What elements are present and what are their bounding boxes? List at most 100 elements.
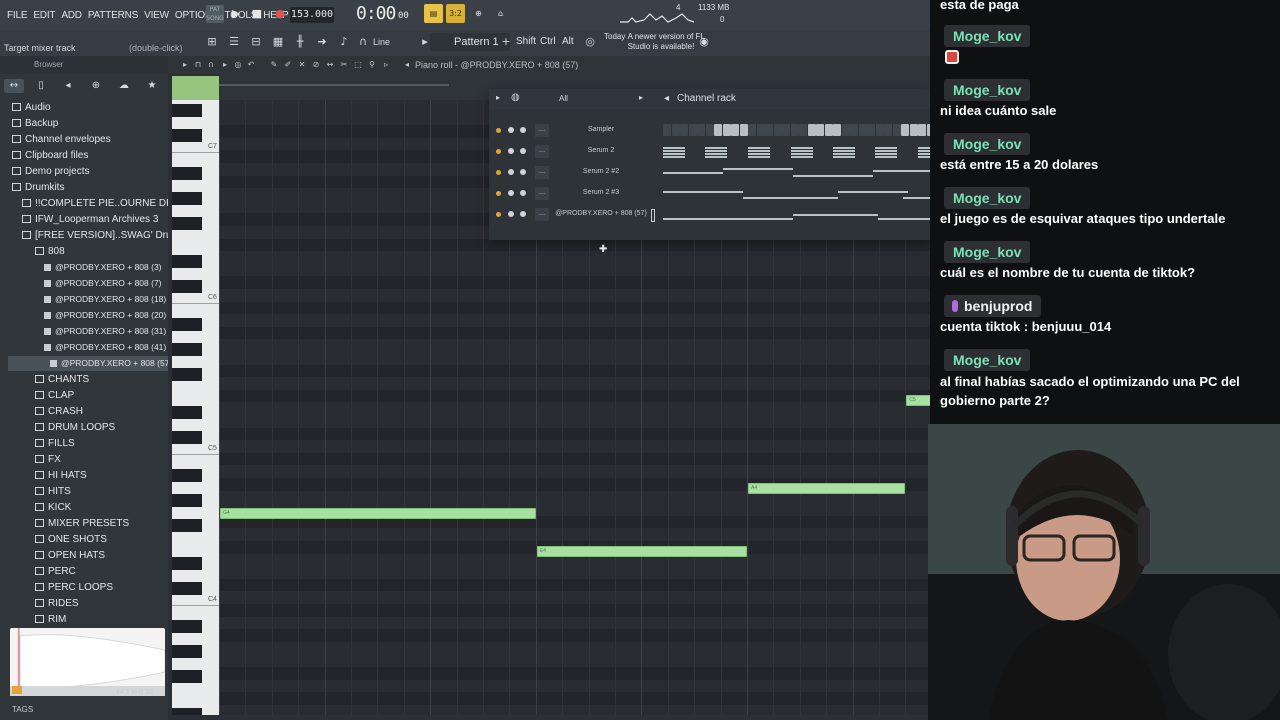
- mini-piano-roll[interactable]: [663, 145, 930, 159]
- folder-item[interactable]: KICK: [0, 500, 168, 515]
- folder-item[interactable]: PERC LOOPS: [0, 580, 168, 595]
- channel-name-button[interactable]: Serum 2 #2: [555, 168, 647, 175]
- snap-mode[interactable]: Line: [373, 37, 390, 47]
- current-project-icon[interactable]: ▯: [31, 79, 51, 93]
- step-button[interactable]: [663, 124, 671, 136]
- folder-item[interactable]: IFW_Looperman Archives 3: [0, 212, 168, 227]
- mute-tool-icon[interactable]: ⊘: [311, 60, 321, 70]
- folder-item[interactable]: OPEN HATS: [0, 548, 168, 563]
- alt-key[interactable]: Alt: [562, 36, 574, 47]
- slip-tool-icon[interactable]: ↔: [325, 60, 335, 70]
- folder-item[interactable]: CRASH: [0, 404, 168, 419]
- arrow-menu-icon[interactable]: ▸: [180, 60, 190, 70]
- black-key[interactable]: [172, 557, 202, 570]
- folder-item[interactable]: ONE SHOTS: [0, 532, 168, 547]
- step-button[interactable]: [697, 124, 705, 136]
- rack-filter[interactable]: All: [559, 94, 568, 103]
- note-c5[interactable]: C5: [906, 395, 930, 406]
- piano-keyboard[interactable]: C7 C6 C5 C4: [172, 100, 219, 715]
- sample-file-item[interactable]: @PRODBY.XERO + 808 (3): [0, 260, 168, 275]
- step-button[interactable]: [884, 124, 892, 136]
- folder-item[interactable]: DRUM LOOPS: [0, 420, 168, 435]
- folder-item[interactable]: 808: [0, 244, 168, 259]
- step-button[interactable]: [756, 124, 765, 136]
- channel-row[interactable]: --- Serum 2 #2: [489, 163, 933, 183]
- note-e4[interactable]: E4: [536, 546, 747, 557]
- snap-small-icon[interactable]: ⊓: [193, 60, 203, 70]
- slice-tool-icon[interactable]: ✂: [339, 60, 349, 70]
- black-key[interactable]: [172, 469, 202, 482]
- undo-icon[interactable]: ↶: [246, 60, 256, 70]
- arrow-icon[interactable]: ➜: [315, 35, 329, 49]
- brush-icon[interactable]: ✐: [283, 60, 293, 70]
- rack-arrow-icon[interactable]: ▸: [496, 93, 500, 102]
- black-key[interactable]: [172, 129, 202, 142]
- plugin-icon[interactable]: ⊕: [86, 79, 106, 93]
- folder-item[interactable]: FILLS: [0, 436, 168, 451]
- rack-filter-arrow-icon[interactable]: ▸: [639, 93, 643, 102]
- folder-item[interactable]: Audio: [0, 100, 168, 115]
- black-key[interactable]: [172, 406, 202, 419]
- folder-item[interactable]: MIXER PRESETS: [0, 516, 168, 531]
- step-button[interactable]: [807, 124, 816, 136]
- pan-knob-icon[interactable]: [508, 190, 514, 196]
- black-key[interactable]: [172, 343, 202, 356]
- magnet-icon[interactable]: ∩: [356, 35, 370, 49]
- step-button[interactable]: [909, 124, 918, 136]
- pan-knob-icon[interactable]: [508, 127, 514, 133]
- step-button[interactable]: [901, 124, 909, 136]
- folder-item[interactable]: Demo projects: [0, 164, 168, 179]
- step-button[interactable]: [867, 124, 875, 136]
- black-key[interactable]: [172, 192, 202, 205]
- add-pattern-icon[interactable]: +: [499, 35, 513, 49]
- step-edit-icon[interactable]: 3:2: [446, 4, 465, 23]
- add-channel-icon[interactable]: ✚: [599, 244, 607, 255]
- step-button[interactable]: [858, 124, 867, 136]
- step-button[interactable]: [773, 124, 782, 136]
- select-tool-icon[interactable]: ⬚: [353, 60, 363, 70]
- online-icon[interactable]: ◉: [697, 35, 711, 49]
- black-key[interactable]: [172, 167, 202, 180]
- step-button[interactable]: [833, 124, 841, 136]
- menu-item-file[interactable]: FILE: [4, 10, 30, 21]
- folder-item[interactable]: HI HATS: [0, 468, 168, 483]
- play-icon[interactable]: ▶: [229, 7, 243, 21]
- mic-icon[interactable]: ♪: [337, 35, 351, 49]
- step-button[interactable]: [799, 124, 807, 136]
- metronome-icon[interactable]: ⌂: [491, 4, 510, 23]
- black-key[interactable]: [172, 582, 202, 595]
- black-key[interactable]: [172, 104, 202, 117]
- step-button[interactable]: [688, 124, 697, 136]
- channel-row[interactable]: --- Sampler: [489, 121, 935, 141]
- mixer-track-number[interactable]: ---: [535, 208, 549, 221]
- step-button[interactable]: [875, 124, 884, 136]
- note-g4[interactable]: G4: [220, 508, 536, 519]
- pan-knob-icon[interactable]: [508, 211, 514, 217]
- black-key[interactable]: [172, 620, 202, 633]
- black-key[interactable]: [172, 431, 202, 444]
- cloud-icon[interactable]: ☁: [114, 79, 134, 93]
- menu-item-patterns[interactable]: PATTERNS: [85, 10, 141, 21]
- snap-icon[interactable]: ⊞: [205, 35, 219, 49]
- mixer-track-number[interactable]: ---: [535, 145, 549, 158]
- record-icon[interactable]: ●: [273, 7, 287, 21]
- volume-knob-icon[interactable]: [520, 211, 526, 217]
- typing-keyboard-icon[interactable]: ▤: [424, 4, 443, 23]
- black-key[interactable]: [172, 255, 202, 268]
- step-button[interactable]: [850, 124, 858, 136]
- black-key[interactable]: [172, 318, 202, 331]
- pattern-song-toggle[interactable]: PAT SONG: [206, 5, 224, 23]
- step-button[interactable]: [816, 124, 824, 136]
- folder-item[interactable]: HITS: [0, 484, 168, 499]
- step-sequencer[interactable]: [663, 124, 935, 138]
- rack-swing-icon[interactable]: ◍: [511, 92, 520, 103]
- step-button[interactable]: [892, 124, 901, 136]
- step-button[interactable]: [918, 124, 926, 136]
- folder-item[interactable]: [FREE VERSION]..SWAG' Drum Kit: [0, 228, 168, 243]
- sample-file-item[interactable]: @PRODBY.XERO + 808 (31): [0, 324, 168, 339]
- folder-item[interactable]: !!COMPLETE PIE..OURNE DRUM KIT: [0, 196, 168, 211]
- black-key[interactable]: [172, 494, 202, 507]
- channel-row[interactable]: --- Serum 2 #3: [489, 184, 930, 204]
- play-small-icon[interactable]: ▸: [220, 60, 230, 70]
- mini-piano-roll[interactable]: [663, 187, 930, 201]
